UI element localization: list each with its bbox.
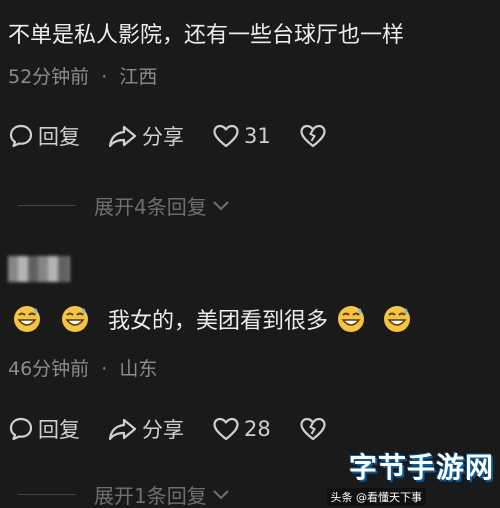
share-arrow-icon	[108, 418, 137, 441]
dislike-button[interactable]	[299, 123, 331, 149]
like-count: 31	[244, 124, 271, 148]
comment-meta: 46分钟前 · 山东	[8, 354, 157, 381]
speech-bubble-icon	[9, 124, 33, 148]
expand-replies-label: 展开4条回复	[94, 194, 207, 219]
grinning-sweat-emoji	[14, 306, 40, 332]
divider-line	[18, 493, 76, 495]
watermark-brand: 字节手游网	[348, 451, 494, 484]
reply-label: 回复	[38, 418, 80, 442]
share-label: 分享	[142, 418, 184, 442]
comment-actions: 回复 分享 31	[8, 121, 331, 151]
share-label: 分享	[142, 125, 184, 149]
comment-time: 52分钟前	[8, 66, 90, 88]
broken-heart-icon	[300, 417, 326, 441]
grinning-sweat-emoji	[62, 306, 88, 332]
comment-location: 江西	[119, 66, 158, 88]
grinning-sweat-emoji	[338, 306, 365, 332]
share-button[interactable]: 分享	[108, 414, 184, 444]
share-arrow-icon	[108, 125, 137, 148]
dislike-button[interactable]	[299, 416, 331, 442]
comment-text: 不单是私人影院，还有一些台球厅也一样	[8, 23, 405, 48]
comment-time: 46分钟前	[8, 358, 90, 380]
like-button[interactable]: 31	[212, 123, 271, 149]
like-count: 28	[244, 417, 271, 441]
reply-button[interactable]: 回复	[8, 121, 80, 151]
avatar-blurred-username	[8, 256, 70, 282]
expand-replies-label: 展开1条回复	[94, 483, 207, 508]
broken-heart-icon	[300, 124, 326, 148]
meta-separator: ·	[101, 358, 108, 380]
share-button[interactable]: 分享	[108, 121, 184, 151]
divider-line	[18, 204, 76, 206]
watermark-source: 头条 @看懂天下事	[326, 488, 426, 506]
site-watermark: 字节手游网	[349, 446, 494, 486]
speech-bubble-icon	[9, 417, 33, 441]
chevron-down-icon	[213, 201, 229, 211]
comment-location: 山东	[119, 358, 158, 380]
comment-text-row: 我女的，美团看到很多	[12, 303, 430, 335]
chevron-down-icon	[213, 490, 229, 500]
heart-icon	[213, 417, 239, 441]
heart-icon	[213, 124, 239, 148]
like-button[interactable]: 28	[212, 416, 271, 442]
comment-meta: 52分钟前 · 江西	[8, 62, 157, 89]
comment-actions: 回复 分享 28	[8, 414, 331, 444]
expand-replies[interactable]: 展开4条回复	[0, 191, 231, 219]
reply-label: 回复	[38, 125, 80, 149]
comment-text: 我女的，美团看到很多	[108, 309, 329, 334]
reply-button[interactable]: 回复	[8, 414, 80, 444]
meta-separator: ·	[101, 66, 108, 88]
expand-replies[interactable]: 展开1条回复	[0, 480, 231, 508]
grinning-sweat-emoji	[384, 306, 411, 332]
